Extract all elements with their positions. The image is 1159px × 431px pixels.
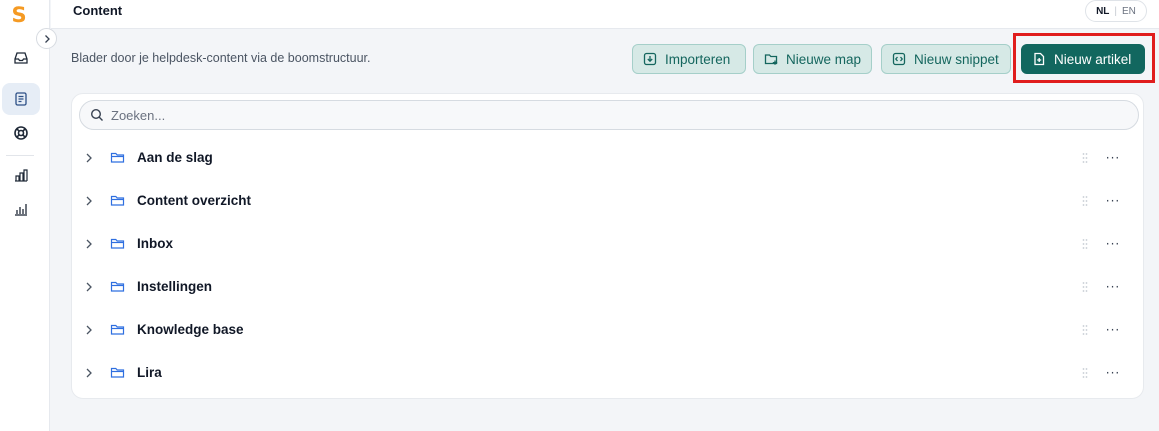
- drag-handle-icon[interactable]: [1082, 152, 1088, 164]
- building-chart-icon: [15, 169, 28, 182]
- tree-item[interactable]: Content overzicht ···: [72, 179, 1145, 222]
- drag-handle-icon[interactable]: [1082, 238, 1088, 250]
- folder-icon: [110, 238, 125, 249]
- search-input[interactable]: [111, 107, 1011, 123]
- drag-handle-icon[interactable]: [1082, 281, 1088, 293]
- expand-sidebar-button[interactable]: [36, 28, 57, 49]
- bar-chart-icon: [15, 204, 27, 216]
- drag-handle-icon[interactable]: [1082, 324, 1088, 336]
- more-options-icon[interactable]: ···: [1105, 279, 1121, 295]
- tree-item[interactable]: Aan de slag ···: [72, 136, 1145, 179]
- sidebar-item-inbox[interactable]: [2, 42, 40, 74]
- tree-item-label[interactable]: Inbox: [137, 236, 173, 251]
- chevron-right-icon[interactable]: [82, 280, 96, 294]
- sidebar-item-support[interactable]: [2, 117, 40, 149]
- tree-item[interactable]: Inbox ···: [72, 222, 1145, 265]
- more-options-icon[interactable]: ···: [1105, 365, 1121, 381]
- folder-icon: [110, 324, 125, 335]
- more-options-icon[interactable]: ···: [1105, 322, 1121, 338]
- folder-icon: [110, 195, 125, 206]
- code-icon: [892, 52, 906, 66]
- sidebar: S: [0, 0, 50, 431]
- folder-icon: [110, 367, 125, 378]
- search-bar[interactable]: [79, 100, 1139, 130]
- chevron-right-icon[interactable]: [82, 151, 96, 165]
- sidebar-item-reports[interactable]: [2, 159, 40, 191]
- drag-handle-icon[interactable]: [1082, 367, 1088, 379]
- highlight-box: [1013, 33, 1155, 83]
- chevron-right-icon[interactable]: [82, 237, 96, 251]
- chevron-right-icon[interactable]: [82, 194, 96, 208]
- import-button-label: Importeren: [665, 51, 731, 67]
- content-tree-panel: Aan de slag ··· Content overzicht ··· In…: [71, 93, 1144, 399]
- search-icon: [90, 108, 103, 121]
- sidebar-divider: [6, 155, 34, 156]
- folder-icon: [110, 152, 125, 163]
- inbox-icon: [14, 52, 28, 64]
- drag-handle-icon[interactable]: [1082, 195, 1088, 207]
- language-switcher[interactable]: NL | EN: [1085, 0, 1147, 22]
- tree-item-label[interactable]: Instellingen: [137, 279, 212, 294]
- lang-divider: |: [1114, 5, 1118, 17]
- document-icon: [15, 92, 27, 106]
- more-options-icon[interactable]: ···: [1105, 150, 1121, 166]
- tree-item[interactable]: Knowledge base ···: [72, 308, 1145, 351]
- chevron-right-icon[interactable]: [82, 323, 96, 337]
- tree-item[interactable]: Lira ···: [72, 351, 1145, 394]
- new-snippet-button[interactable]: Nieuw snippet: [881, 44, 1011, 74]
- new-folder-button-label: Nieuwe map: [786, 51, 862, 67]
- app-logo[interactable]: S: [9, 2, 29, 28]
- lifebuoy-icon: [14, 126, 28, 140]
- lang-en[interactable]: EN: [1122, 6, 1136, 17]
- tree-item[interactable]: Instellingen ···: [72, 265, 1145, 308]
- new-folder-button[interactable]: Nieuwe map: [753, 44, 872, 74]
- import-button[interactable]: Importeren: [632, 44, 746, 74]
- tree-item-label[interactable]: Aan de slag: [137, 150, 213, 165]
- tree-item-label[interactable]: Knowledge base: [137, 322, 244, 337]
- lang-nl[interactable]: NL: [1096, 6, 1109, 17]
- page-subtitle: Blader door je helpdesk-content via de b…: [71, 51, 371, 65]
- tree-item-label[interactable]: Content overzicht: [137, 193, 251, 208]
- more-options-icon[interactable]: ···: [1105, 236, 1121, 252]
- top-header: Content NL | EN: [51, 0, 1159, 29]
- tree-item-label[interactable]: Lira: [137, 365, 162, 380]
- chevron-right-icon: [44, 34, 50, 43]
- folder-icon: [110, 281, 125, 292]
- sidebar-item-analytics[interactable]: [2, 193, 40, 225]
- page-title: Content: [73, 3, 123, 18]
- download-icon: [643, 52, 657, 66]
- chevron-right-icon[interactable]: [82, 366, 96, 380]
- sidebar-item-content[interactable]: [2, 83, 40, 115]
- folder-plus-icon: [764, 54, 778, 65]
- more-options-icon[interactable]: ···: [1105, 193, 1121, 209]
- new-snippet-button-label: Nieuw snippet: [914, 51, 999, 67]
